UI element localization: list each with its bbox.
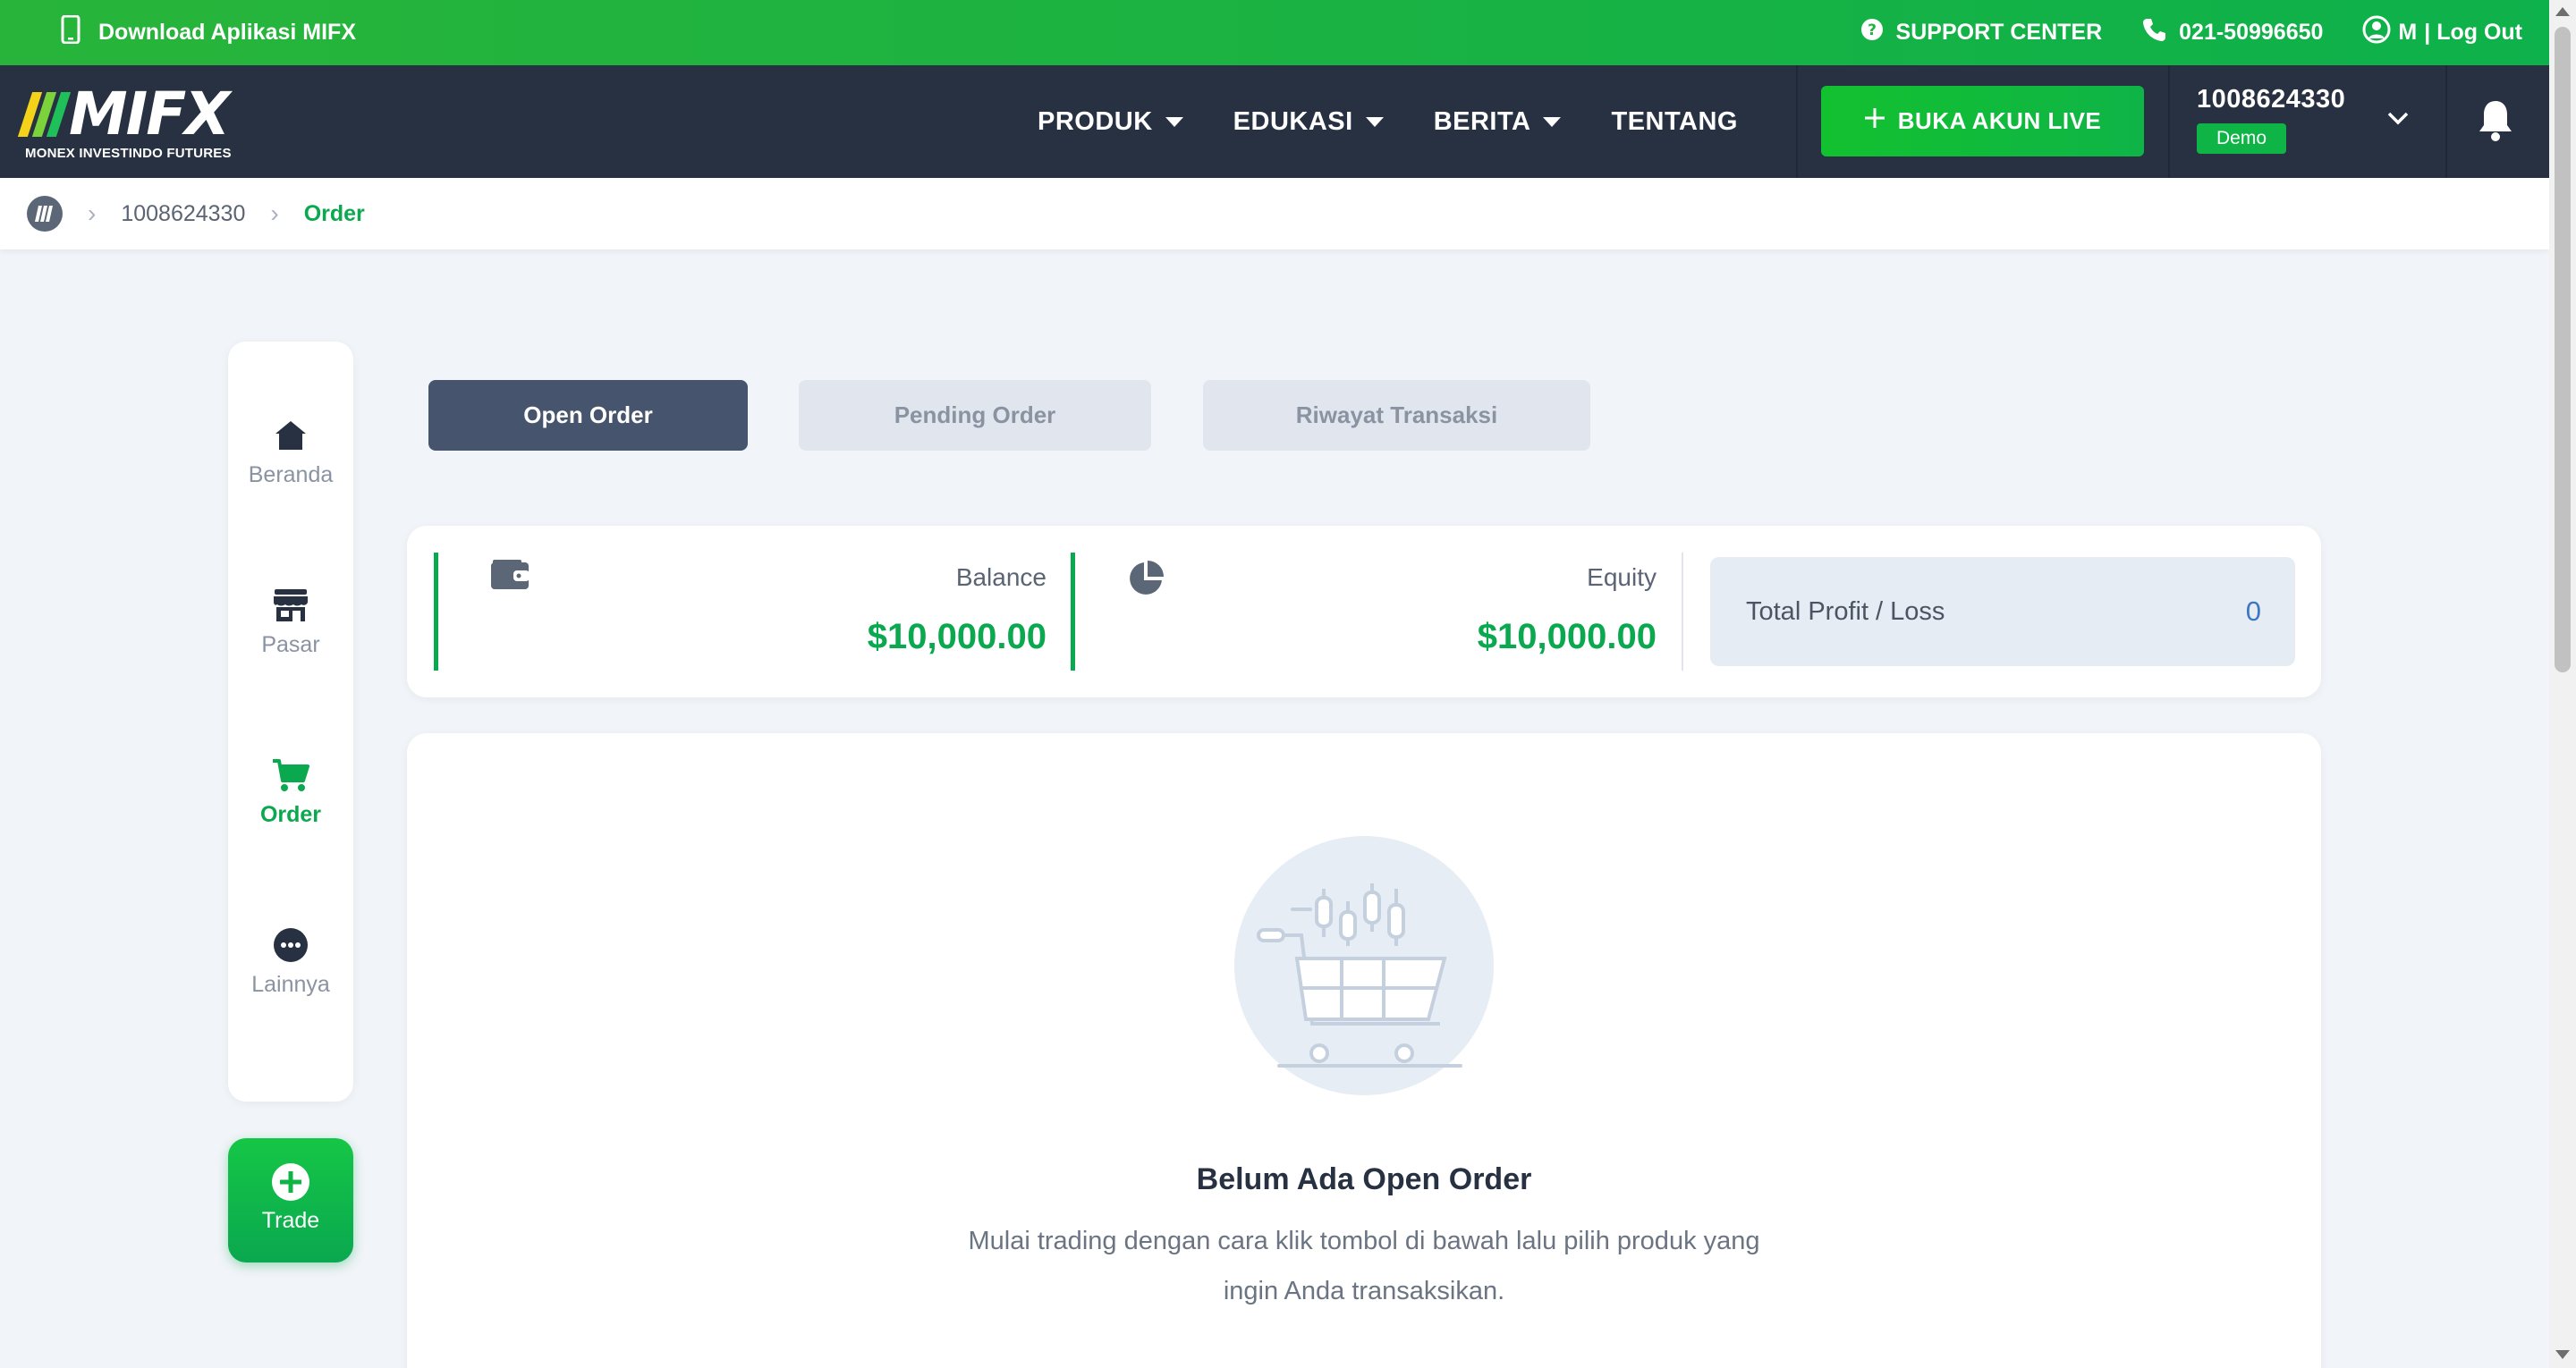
wallet-icon	[490, 560, 530, 595]
trade-button[interactable]: Trade	[228, 1138, 353, 1262]
caret-down-icon	[1543, 116, 1562, 127]
balance-stat: Balance $10,000.00	[434, 553, 1046, 671]
page-scrollbar[interactable]	[2549, 0, 2576, 1368]
home-icon	[228, 418, 353, 453]
scrollbar-thumb[interactable]	[2555, 27, 2571, 672]
scroll-down-arrow-icon[interactable]	[2555, 1350, 2570, 1359]
logo-text: MIFX	[69, 80, 230, 148]
nav-divider	[1796, 65, 1798, 178]
account-type-badge: Demo	[2197, 123, 2287, 154]
total-profit-loss-box: Total Profit / Loss 0	[1710, 557, 2295, 666]
menu-tentang-label: TENTANG	[1611, 106, 1738, 136]
trade-label: Trade	[261, 1208, 320, 1233]
profit-loss-value: 0	[2245, 595, 2261, 627]
account-switcher[interactable]: 1008624330 Demo	[2197, 85, 2345, 154]
equity-value: $10,000.00	[1477, 617, 1657, 656]
top-promo-bar: Download Aplikasi MIFX ? SUPPORT CENTER …	[0, 0, 2576, 65]
scroll-up-arrow-icon[interactable]	[2555, 7, 2570, 16]
menu-edukasi[interactable]: EDUKASI	[1233, 107, 1384, 137]
tab-pending-order[interactable]: Pending Order	[799, 380, 1151, 451]
menu-edukasi-label: EDUKASI	[1233, 106, 1353, 136]
main-navbar: MIFX MONEX INVESTINDO FUTURES PRODUK EDU…	[0, 65, 2576, 178]
download-app-link[interactable]: Download Aplikasi MIFX	[61, 0, 356, 65]
menu-produk[interactable]: PRODUK	[1038, 107, 1183, 137]
breadcrumb: › 1008624330 › Order	[0, 178, 2549, 249]
store-icon	[228, 587, 353, 623]
user-initial: M	[2398, 20, 2418, 45]
bell-icon[interactable]	[2476, 97, 2515, 148]
empty-state-title: Belum Ada Open Order	[1196, 1162, 1532, 1196]
tab-riwayat-transaksi[interactable]: Riwayat Transaksi	[1203, 380, 1590, 451]
main-menu: PRODUK EDUKASI BERITA TENTANG	[1038, 65, 1738, 178]
svg-text:?: ?	[1868, 21, 1877, 39]
sidenav-item-beranda[interactable]: Beranda	[228, 418, 353, 488]
sidenav-item-lainnya[interactable]: Lainnya	[228, 927, 353, 998]
user-circle-icon	[2362, 15, 2391, 50]
chevron-down-icon[interactable]	[2386, 110, 2410, 131]
caret-down-icon	[1165, 116, 1183, 127]
menu-produk-label: PRODUK	[1038, 106, 1153, 136]
sidenav-label: Order	[259, 802, 322, 827]
account-summary-card: Balance $10,000.00 Equity $10,000.00 Tot…	[407, 526, 2321, 697]
nav-divider	[2445, 65, 2447, 178]
sidenav-label: Lainnya	[251, 972, 330, 997]
equity-label: Equity	[1587, 563, 1657, 591]
empty-state-description: Mulai trading dengan cara klik tombol di…	[968, 1227, 1760, 1305]
user-logout-link[interactable]: M | Log Out	[2362, 15, 2522, 50]
sidenav-item-pasar[interactable]: Pasar	[228, 587, 353, 658]
mifx-logo[interactable]: MIFX MONEX INVESTINDO FUTURES	[17, 80, 258, 161]
menu-berita[interactable]: BERITA	[1434, 107, 1562, 137]
logo-stripes	[17, 92, 72, 137]
phone-link[interactable]: 021-50996650	[2141, 17, 2323, 48]
nav-divider	[2168, 65, 2170, 178]
open-live-account-label: BUKA AKUN LIVE	[1897, 107, 2102, 134]
support-center-label: SUPPORT CENTER	[1895, 20, 2103, 45]
phone-icon	[2141, 17, 2166, 48]
menu-berita-label: BERITA	[1433, 106, 1531, 136]
menu-tentang[interactable]: TENTANG	[1611, 107, 1738, 137]
chevron-right-icon: ›	[270, 199, 279, 227]
logo-subtitle: MONEX INVESTINDO FUTURES	[25, 146, 232, 161]
empty-cart-illustration	[1230, 832, 1498, 1104]
more-icon	[228, 927, 353, 963]
sidenav-label: Beranda	[248, 462, 334, 487]
open-order-panel: Belum Ada Open Order Mulai trading denga…	[407, 733, 2321, 1368]
equity-stat: Equity $10,000.00	[1071, 553, 1657, 671]
plus-circle-icon	[228, 1138, 353, 1203]
plus-icon	[1864, 107, 1885, 135]
home-logo-icon[interactable]	[27, 196, 63, 232]
account-number: 1008624330	[2197, 85, 2346, 114]
breadcrumb-current: Order	[303, 200, 365, 226]
help-icon: ?	[1860, 18, 1884, 47]
logout-label[interactable]: | Log Out	[2424, 20, 2522, 46]
smartphone-icon	[61, 14, 80, 50]
cart-icon	[228, 757, 353, 793]
balance-value: $10,000.00	[867, 617, 1046, 656]
sidenav-label: Pasar	[261, 632, 320, 657]
pie-chart-icon	[1127, 560, 1165, 602]
profit-loss-label: Total Profit / Loss	[1746, 596, 1945, 626]
phone-number: 021-50996650	[2179, 20, 2324, 45]
side-nav: Beranda Pasar Order Lainnya	[228, 342, 353, 1102]
download-app-label: Download Aplikasi MIFX	[98, 20, 356, 45]
chevron-right-icon: ›	[88, 199, 97, 227]
sidenav-item-order[interactable]: Order	[228, 757, 353, 828]
caret-down-icon	[1365, 116, 1384, 127]
breadcrumb-account[interactable]: 1008624330	[121, 201, 245, 227]
support-center-link[interactable]: ? SUPPORT CENTER	[1860, 18, 2103, 47]
balance-label: Balance	[955, 563, 1046, 591]
tab-open-order[interactable]: Open Order	[428, 380, 748, 451]
open-live-account-button[interactable]: BUKA AKUN LIVE	[1821, 86, 2144, 156]
summary-divider	[1682, 553, 1683, 671]
